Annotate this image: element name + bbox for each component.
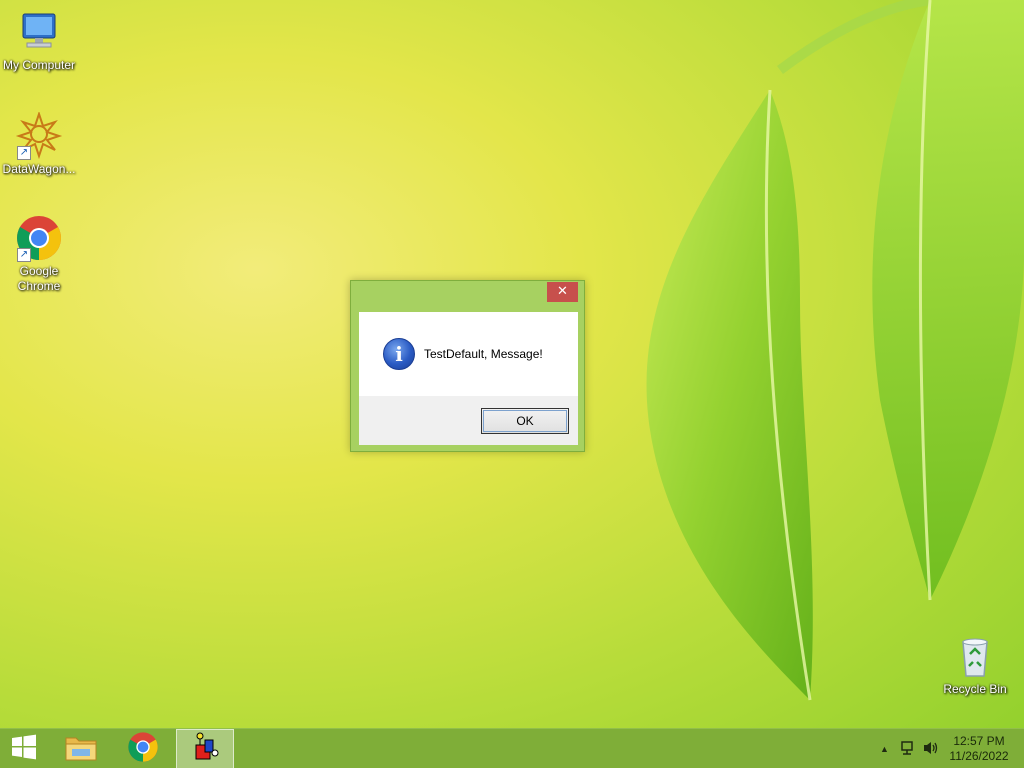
- file-explorer-icon: [64, 732, 98, 767]
- taskbar: ▲ 12:57 PM 11/26/2022: [0, 728, 1024, 768]
- computer-icon: [15, 8, 63, 56]
- shortcut-arrow-icon: ↗: [17, 248, 31, 262]
- app-icon: [189, 731, 221, 768]
- desktop-icon-recycle-bin[interactable]: Recycle Bin: [936, 632, 1014, 697]
- clock[interactable]: 12:57 PM 11/26/2022: [944, 734, 1014, 764]
- desktop-icon-google-chrome[interactable]: ↗ Google Chrome: [0, 214, 78, 294]
- message-area: i TestDefault, Message!: [359, 312, 578, 396]
- datawagon-icon: ↗: [15, 110, 63, 160]
- clock-date: 11/26/2022: [949, 749, 1009, 763]
- recycle-bin-icon: [951, 632, 999, 680]
- info-icon: i: [383, 338, 415, 370]
- chrome-icon: ↗: [15, 214, 63, 262]
- close-icon: ✕: [557, 284, 568, 299]
- message-dialog: ✕ i TestDefault, Message! OK: [350, 280, 585, 452]
- taskbar-chrome[interactable]: [114, 729, 172, 768]
- desktop-icon-label: My Computer: [2, 58, 76, 72]
- chrome-icon: [127, 731, 159, 768]
- windows-start-icon: [10, 733, 38, 766]
- desktop-icon-datawagon[interactable]: ↗ DataWagon...: [0, 110, 78, 177]
- show-hidden-icons-button[interactable]: ▲: [880, 744, 889, 754]
- taskbar-file-explorer[interactable]: [52, 729, 110, 768]
- start-button[interactable]: [0, 729, 48, 768]
- close-button[interactable]: ✕: [547, 282, 578, 302]
- desktop-icon-my-computer[interactable]: My Computer: [0, 8, 78, 73]
- desktop-icon-label: Recycle Bin: [943, 682, 1007, 696]
- taskbar-app-active[interactable]: [176, 729, 234, 768]
- clock-time: 12:57 PM: [953, 734, 1005, 748]
- dialog-body: i TestDefault, Message! OK: [359, 312, 578, 445]
- desktop-icon-label: DataWagon...: [2, 162, 76, 176]
- system-tray: ▲ 12:57 PM 11/26/2022: [864, 729, 1024, 768]
- desktop-icon-label: Google Chrome: [17, 264, 61, 293]
- info-glyph: i: [395, 342, 403, 366]
- message-text: TestDefault, Message!: [424, 347, 543, 361]
- network-icon[interactable]: [900, 740, 916, 759]
- shortcut-arrow-icon: ↗: [17, 146, 31, 160]
- dialog-titlebar[interactable]: ✕: [351, 281, 584, 311]
- speaker-icon[interactable]: [922, 740, 940, 759]
- ok-button[interactable]: OK: [481, 408, 569, 434]
